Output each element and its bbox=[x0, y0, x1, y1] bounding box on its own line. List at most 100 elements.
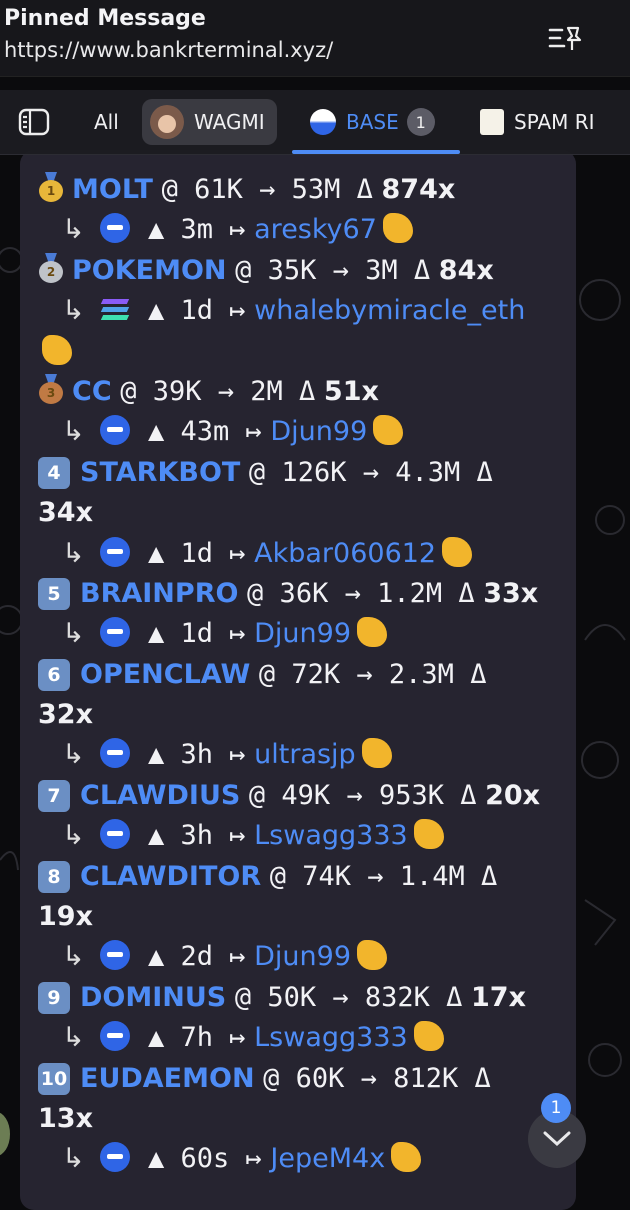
pinned-url[interactable]: https://www.bankrterminal.xyz/ bbox=[4, 38, 333, 62]
bronze-medal-icon: 3 bbox=[38, 373, 64, 404]
entry-detail-line: ↳ ▲ 3h ↦ ultrasjp bbox=[38, 735, 578, 775]
entry-detail-line: ↳ ▲ 2d ↦ Djun99 bbox=[38, 937, 578, 977]
active-tab-indicator bbox=[292, 150, 460, 154]
token-multiplier: 874x bbox=[381, 174, 456, 205]
wagmi-avatar bbox=[150, 105, 184, 139]
token-multiplier: 34x bbox=[38, 497, 93, 529]
base-chain-icon bbox=[100, 415, 130, 446]
medal-rank-number: 2 bbox=[39, 260, 63, 283]
token-price-range: @ 35K → 3M Δ bbox=[235, 254, 431, 286]
token-age: ▲ 43m ↦ bbox=[148, 416, 262, 448]
multiplier-wrap-line: 34x bbox=[38, 493, 578, 533]
sender-avatar[interactable] bbox=[0, 1112, 10, 1156]
token-price-range: @ 50K → 832K Δ bbox=[234, 981, 463, 1013]
flexed-biceps-icon bbox=[373, 412, 404, 452]
token-multiplier: 19x bbox=[38, 901, 93, 933]
base-chain-icon bbox=[100, 1021, 130, 1052]
caller-username-link[interactable]: Djun99 bbox=[270, 416, 367, 447]
medal-rank-number: 3 bbox=[39, 381, 63, 404]
token-ticker-link[interactable]: STARKBOT bbox=[80, 457, 240, 488]
token-ticker-link[interactable]: MOLT bbox=[72, 174, 153, 205]
spam-tab-icon bbox=[480, 109, 504, 135]
token-ticker-link[interactable]: CLAWDITOR bbox=[80, 861, 261, 892]
base-chain-icon bbox=[100, 819, 130, 850]
caller-username-link[interactable]: whalebymiracle_eth bbox=[254, 295, 525, 326]
keycap-7-icon: 7 bbox=[38, 779, 70, 812]
token-age: ▲ 7h ↦ bbox=[148, 1022, 246, 1054]
tab-spam-label: SPAM RI bbox=[514, 110, 595, 134]
caller-username-link[interactable]: ultrasjp bbox=[254, 739, 356, 770]
keycap-10-icon: 10 bbox=[38, 1062, 70, 1095]
reply-arrow-icon: ↳ bbox=[62, 295, 85, 327]
token-multiplier: 84x bbox=[438, 254, 494, 286]
multiplier-wrap-line: 19x bbox=[38, 897, 578, 937]
token-ticker-link[interactable]: EUDAEMON bbox=[80, 1063, 255, 1094]
base-chain-icon bbox=[100, 738, 130, 769]
pin-list-icon[interactable] bbox=[548, 24, 582, 54]
keycap-6-icon: 6 bbox=[38, 658, 70, 691]
reply-arrow-icon: ↳ bbox=[62, 537, 85, 569]
scroll-unread-badge: 1 bbox=[541, 1093, 571, 1123]
flexed-biceps-icon bbox=[391, 1139, 422, 1179]
token-age: ▲ 3h ↦ bbox=[148, 739, 246, 771]
entry-title-line: 3 CC @ 39K → 2M Δ 51x bbox=[38, 372, 578, 412]
token-price-range: @ 36K → 1.2M Δ bbox=[247, 577, 475, 609]
entry-detail-line: ↳ ▲ 7h ↦ Lswagg333 bbox=[38, 1018, 578, 1058]
multiplier-wrap-line: 13x bbox=[38, 1099, 578, 1139]
tab-base[interactable]: BASE 1 bbox=[310, 90, 435, 154]
token-age: ▲ 2d ↦ bbox=[148, 941, 246, 973]
token-age: ▲ 3m ↦ bbox=[148, 214, 246, 246]
pinned-message-bar[interactable]: Pinned Message https://www.bankrterminal… bbox=[0, 0, 630, 77]
flexed-biceps-icon bbox=[442, 534, 473, 574]
base-chain-icon bbox=[100, 617, 130, 648]
reply-arrow-icon: ↳ bbox=[62, 820, 85, 852]
token-ticker-link[interactable]: POKEMON bbox=[72, 255, 227, 286]
token-price-range: @ 72K → 2.3M Δ bbox=[258, 658, 487, 690]
token-ticker-link[interactable]: DOMINUS bbox=[80, 982, 226, 1013]
tab-spam[interactable]: SPAM RI bbox=[480, 90, 595, 154]
reply-arrow-icon: ↳ bbox=[62, 214, 85, 246]
token-ticker-link[interactable]: CLAWDIUS bbox=[80, 780, 240, 811]
token-age: ▲ 3h ↦ bbox=[148, 820, 246, 852]
token-age: ▲ 60s ↦ bbox=[148, 1143, 262, 1175]
tab-wagmi[interactable]: WAGMI bbox=[142, 99, 277, 145]
entry-detail-line: ↳ ▲ 1d ↦ Akbar060612 bbox=[38, 534, 578, 574]
sidebar-toggle-button[interactable] bbox=[18, 90, 50, 154]
entry-detail-line: ↳ ▲ 3m ↦ aresky67 bbox=[38, 210, 578, 250]
token-multiplier: 13x bbox=[38, 1102, 93, 1134]
gold-medal-icon: 1 bbox=[38, 172, 64, 202]
tab-all[interactable]: All bbox=[94, 90, 119, 154]
entry-title-line: 10 EUDAEMON @ 60K → 812K Δ bbox=[38, 1059, 578, 1099]
reply-arrow-icon: ↳ bbox=[62, 618, 85, 650]
token-price-range: @ 74K → 1.4M Δ bbox=[269, 860, 498, 892]
emoji-wrap-line bbox=[36, 332, 578, 372]
caller-username-link[interactable]: Djun99 bbox=[254, 941, 351, 972]
token-multiplier: 51x bbox=[323, 375, 379, 407]
entry-title-line: 6 OPENCLAW @ 72K → 2.3M Δ bbox=[38, 655, 578, 695]
leaderboard-message: 1 MOLT @ 61K → 53M Δ 874x ↳ ▲ 3m ↦ aresky67… bbox=[38, 170, 578, 1180]
caller-username-link[interactable]: aresky67 bbox=[254, 214, 377, 245]
caller-username-link[interactable]: JepeM4x bbox=[270, 1143, 385, 1174]
token-ticker-link[interactable]: BRAINPRO bbox=[80, 578, 238, 609]
entry-title-line: 4 STARKBOT @ 126K → 4.3M Δ bbox=[38, 453, 578, 493]
token-multiplier: 32x bbox=[38, 699, 93, 731]
caller-username-link[interactable]: Lswagg333 bbox=[254, 1022, 408, 1053]
folder-tabs-bar: All WAGMI BASE 1 SPAM RI bbox=[0, 90, 630, 155]
keycap-5-icon: 5 bbox=[38, 577, 70, 610]
caller-username-link[interactable]: Akbar060612 bbox=[254, 538, 436, 569]
entry-title-line: 8 CLAWDITOR @ 74K → 1.4M Δ bbox=[38, 857, 578, 897]
token-ticker-link[interactable]: CC bbox=[72, 376, 112, 407]
token-age: ▲ 1d ↦ bbox=[148, 295, 246, 327]
flexed-biceps-icon bbox=[382, 210, 413, 250]
token-multiplier: 17x bbox=[471, 981, 527, 1013]
token-multiplier: 20x bbox=[485, 779, 541, 811]
caller-username-link[interactable]: Djun99 bbox=[254, 618, 351, 649]
entry-detail-line: ↳ ▲ 60s ↦ JepeM4x bbox=[38, 1139, 578, 1179]
reply-arrow-icon: ↳ bbox=[62, 941, 85, 973]
reply-arrow-icon: ↳ bbox=[62, 739, 85, 771]
token-ticker-link[interactable]: OPENCLAW bbox=[80, 659, 250, 690]
solana-chain-icon bbox=[100, 294, 130, 324]
keycap-4-icon: 4 bbox=[38, 456, 70, 489]
keycap-9-icon: 9 bbox=[38, 981, 70, 1014]
caller-username-link[interactable]: Lswagg333 bbox=[254, 820, 408, 851]
